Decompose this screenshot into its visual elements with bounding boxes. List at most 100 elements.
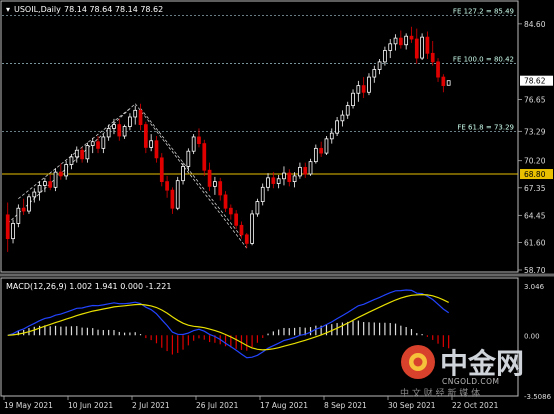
- candle[interactable]: [313, 144, 318, 164]
- candle[interactable]: [207, 162, 212, 192]
- candle[interactable]: [159, 153, 164, 187]
- candle[interactable]: [303, 162, 308, 178]
- candle[interactable]: [266, 173, 270, 192]
- candle[interactable]: [388, 39, 393, 59]
- candle[interactable]: [170, 187, 175, 214]
- candle-body: [37, 185, 42, 193]
- candle[interactable]: [255, 198, 260, 217]
- candle[interactable]: [138, 103, 143, 131]
- candle[interactable]: [5, 202, 10, 252]
- candle[interactable]: [356, 80, 361, 102]
- candle[interactable]: [143, 121, 148, 154]
- candle[interactable]: [53, 168, 58, 192]
- candle[interactable]: [425, 31, 430, 60]
- candle[interactable]: [11, 219, 15, 244]
- candle[interactable]: [383, 46, 387, 66]
- candle-body: [319, 147, 324, 154]
- candle[interactable]: [58, 163, 63, 180]
- candle[interactable]: [16, 204, 21, 228]
- candle[interactable]: [48, 174, 53, 191]
- candle[interactable]: [154, 136, 159, 163]
- candle[interactable]: [329, 128, 334, 144]
- candle[interactable]: [372, 65, 377, 83]
- candle[interactable]: [308, 158, 313, 176]
- candle[interactable]: [319, 141, 324, 157]
- trend-line[interactable]: [134, 103, 248, 249]
- candle[interactable]: [351, 89, 355, 109]
- candle[interactable]: [298, 162, 302, 179]
- candle[interactable]: [324, 136, 329, 156]
- candle[interactable]: [409, 26, 414, 43]
- candle[interactable]: [21, 198, 26, 215]
- candle-body: [74, 149, 79, 158]
- candle[interactable]: [282, 166, 286, 186]
- candle-body: [149, 140, 154, 148]
- candle[interactable]: [367, 73, 371, 96]
- candle[interactable]: [404, 33, 409, 50]
- candle[interactable]: [228, 204, 233, 220]
- candle-body: [414, 38, 419, 59]
- candle-body: [340, 114, 345, 122]
- candle[interactable]: [90, 137, 95, 154]
- candle[interactable]: [276, 174, 281, 189]
- candle[interactable]: [122, 124, 127, 139]
- candle[interactable]: [117, 118, 122, 141]
- candle[interactable]: [128, 113, 132, 131]
- candle-body: [356, 85, 361, 94]
- candle-body: [255, 201, 260, 215]
- candle-body: [393, 37, 398, 45]
- candle-body: [213, 181, 217, 187]
- candle[interactable]: [420, 33, 424, 60]
- candle[interactable]: [191, 134, 196, 155]
- candle[interactable]: [106, 124, 111, 141]
- candle[interactable]: [149, 134, 154, 152]
- candle[interactable]: [43, 177, 47, 193]
- candle[interactable]: [133, 105, 138, 125]
- candle-body: [430, 52, 435, 63]
- candle[interactable]: [250, 210, 254, 246]
- symbol-caret-icon[interactable]: ▾: [6, 5, 10, 14]
- candle[interactable]: [414, 28, 419, 64]
- candle[interactable]: [441, 74, 446, 93]
- candle[interactable]: [260, 183, 265, 206]
- candle[interactable]: [213, 176, 217, 195]
- candle[interactable]: [85, 142, 90, 163]
- candle[interactable]: [165, 175, 169, 198]
- candle[interactable]: [340, 110, 345, 127]
- candle[interactable]: [377, 59, 382, 75]
- candle[interactable]: [244, 232, 249, 249]
- candle[interactable]: [345, 101, 350, 119]
- candle[interactable]: [446, 80, 451, 86]
- candle[interactable]: [37, 181, 42, 201]
- candle[interactable]: [430, 40, 435, 66]
- price-axis: 84.60 78.62 76.65 73.29 70.20 68.80 67.35 64.45…: [518, 20, 553, 275]
- price-tick-label: 67.35: [524, 184, 546, 193]
- candle[interactable]: [202, 139, 207, 176]
- watermark-brand: 中金网: [440, 347, 524, 380]
- candle[interactable]: [32, 188, 37, 203]
- candle[interactable]: [64, 160, 69, 180]
- candle[interactable]: [101, 134, 106, 154]
- candle[interactable]: [393, 34, 398, 51]
- candle[interactable]: [223, 191, 228, 213]
- trend-line[interactable]: [140, 108, 242, 237]
- candle[interactable]: [234, 210, 239, 230]
- trend-line[interactable]: [18, 108, 131, 200]
- candle[interactable]: [436, 58, 440, 82]
- candle[interactable]: [175, 176, 180, 211]
- candle[interactable]: [335, 116, 339, 136]
- candle[interactable]: [181, 162, 185, 185]
- candle[interactable]: [218, 177, 223, 201]
- candle-body: [361, 85, 366, 93]
- candle[interactable]: [96, 136, 100, 154]
- candle[interactable]: [27, 193, 31, 214]
- candle[interactable]: [112, 118, 116, 135]
- candle[interactable]: [287, 169, 292, 187]
- candle-body: [21, 207, 26, 212]
- candle[interactable]: [80, 147, 84, 163]
- candle[interactable]: [271, 172, 276, 189]
- time-tick-label: 19 May 2021: [4, 401, 53, 410]
- candle[interactable]: [74, 146, 79, 163]
- candle[interactable]: [361, 77, 366, 98]
- candle[interactable]: [398, 30, 403, 49]
